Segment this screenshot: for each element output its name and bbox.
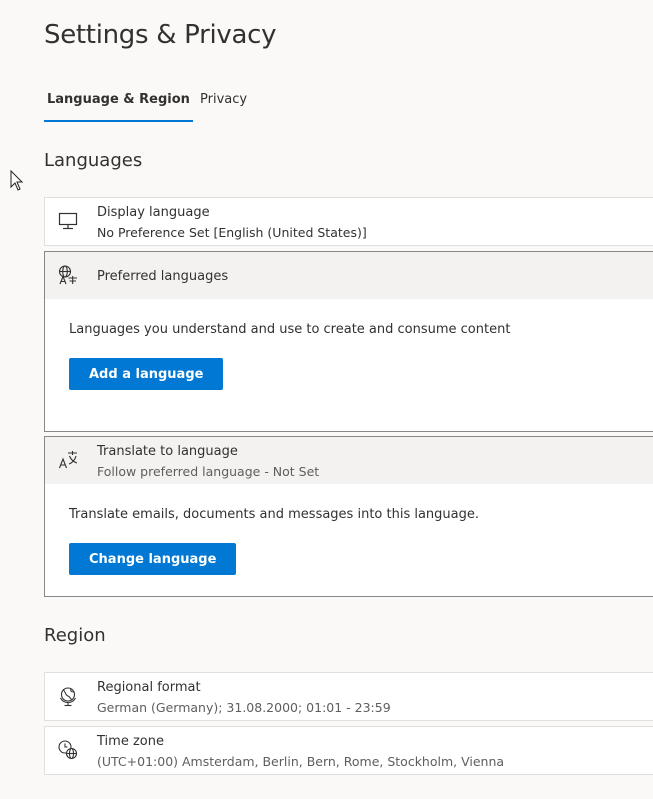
display-language-title: Display language	[97, 205, 210, 220]
translate-language-description: Translate emails, documents and messages…	[69, 507, 480, 522]
time-zone-title: Time zone	[97, 734, 164, 749]
preferred-languages-header[interactable]: Preferred languages	[45, 252, 653, 299]
translate-language-title: Translate to language	[97, 444, 238, 459]
regional-format-value: German (Germany); 31.08.2000; 01:01 - 23…	[97, 700, 391, 715]
globe-icon	[57, 685, 79, 707]
regional-format-title: Regional format	[97, 680, 201, 695]
mouse-cursor-icon	[10, 170, 24, 191]
tab-language-region[interactable]: Language & Region	[44, 90, 193, 122]
translate-icon	[57, 449, 79, 471]
translate-language-panel: Translate to language Follow preferred l…	[44, 436, 653, 597]
languages-heading: Languages	[44, 150, 143, 171]
add-language-button[interactable]: Add a language	[69, 358, 224, 390]
regional-format-row[interactable]: Regional format German (Germany); 31.08.…	[44, 672, 653, 721]
translate-language-value: Follow preferred language - Not Set	[97, 464, 320, 479]
translate-language-header[interactable]: Translate to language Follow preferred l…	[45, 437, 653, 484]
preferred-languages-title: Preferred languages	[97, 269, 229, 284]
clock-globe-icon	[57, 739, 79, 761]
preferred-languages-panel: Preferred languages Languages you unders…	[44, 251, 653, 432]
time-zone-row[interactable]: Time zone (UTC+01:00) Amsterdam, Berlin,…	[44, 726, 653, 775]
monitor-icon	[57, 210, 79, 232]
display-language-value: No Preference Set [English (United State…	[97, 225, 367, 240]
tab-privacy[interactable]: Privacy	[200, 90, 247, 120]
page-title: Settings & Privacy	[44, 20, 277, 50]
language-icon	[57, 264, 79, 286]
region-heading: Region	[44, 625, 106, 646]
change-language-button[interactable]: Change language	[69, 543, 237, 575]
time-zone-value: (UTC+01:00) Amsterdam, Berlin, Bern, Rom…	[97, 754, 505, 769]
display-language-row[interactable]: Display language No Preference Set [Engl…	[44, 197, 653, 246]
preferred-languages-description: Languages you understand and use to crea…	[69, 322, 511, 337]
